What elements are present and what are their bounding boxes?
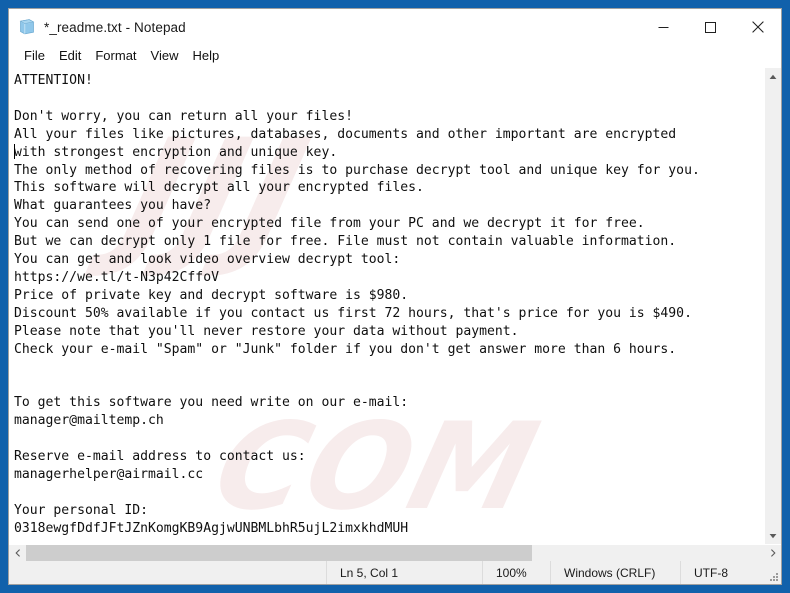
- window-controls: [640, 9, 781, 45]
- horizontal-scrollbar[interactable]: [9, 544, 781, 562]
- menu-item-format[interactable]: Format: [88, 46, 143, 66]
- status-encoding[interactable]: UTF-8: [681, 561, 781, 584]
- close-button[interactable]: [734, 9, 781, 45]
- scroll-left-arrow-icon[interactable]: [9, 545, 26, 562]
- status-cursor-position: Ln 5, Col 1: [327, 561, 483, 584]
- minimize-button[interactable]: [640, 9, 687, 45]
- window-title: *_readme.txt - Notepad: [44, 19, 186, 35]
- editor-region: JJJ COM ATTENTION! Don't worry, you can …: [9, 67, 781, 562]
- menu-item-help[interactable]: Help: [185, 46, 226, 66]
- vertical-scrollbar[interactable]: [764, 68, 781, 544]
- text-editor-area[interactable]: JJJ COM ATTENTION! Don't worry, you can …: [9, 68, 764, 544]
- menu-item-edit[interactable]: Edit: [52, 46, 88, 66]
- status-spacer: [9, 561, 327, 584]
- status-zoom-level[interactable]: 100%: [483, 561, 551, 584]
- editor-row: JJJ COM ATTENTION! Don't worry, you can …: [9, 68, 781, 544]
- text-caret: [14, 144, 15, 159]
- notepad-window: *_readme.txt - Notepad File Edit Format …: [8, 8, 782, 585]
- status-line-ending[interactable]: Windows (CRLF): [551, 561, 681, 584]
- desktop-background: *_readme.txt - Notepad File Edit Format …: [0, 0, 790, 593]
- maximize-button[interactable]: [687, 9, 734, 45]
- menu-item-view[interactable]: View: [144, 46, 186, 66]
- ransom-note-text: ATTENTION! Don't worry, you can return a…: [14, 73, 700, 536]
- resize-grip-icon[interactable]: [767, 570, 779, 582]
- scroll-down-arrow-icon[interactable]: [765, 527, 782, 544]
- menu-item-file[interactable]: File: [17, 46, 52, 66]
- scroll-up-arrow-icon[interactable]: [765, 68, 782, 85]
- notepad-icon: [18, 18, 36, 36]
- menu-bar: File Edit Format View Help: [9, 45, 781, 67]
- horizontal-scroll-track[interactable]: [26, 544, 764, 562]
- scroll-right-arrow-icon[interactable]: [764, 545, 781, 562]
- horizontal-scroll-thumb[interactable]: [26, 544, 532, 562]
- title-bar[interactable]: *_readme.txt - Notepad: [9, 9, 781, 45]
- status-bar: Ln 5, Col 1 100% Windows (CRLF) UTF-8: [9, 561, 781, 584]
